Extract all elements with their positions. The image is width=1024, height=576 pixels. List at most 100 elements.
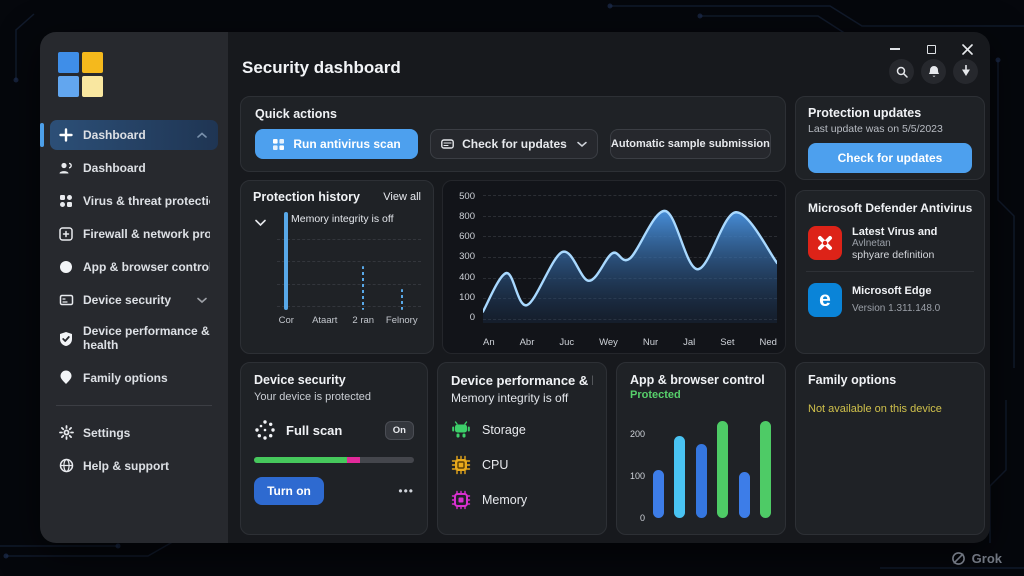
grok-watermark: Grok — [951, 551, 1002, 566]
sidebar-item-dashboard[interactable]: Dashboard — [50, 153, 218, 183]
maximize-icon — [927, 45, 936, 54]
sidebar-item-app-browser-control[interactable]: App & browser control — [50, 252, 218, 282]
circle-icon — [58, 259, 74, 275]
logo-square-blue-2 — [58, 76, 79, 97]
definition-line1: Latest Virus and — [852, 226, 937, 238]
quick-actions-title: Quick actions — [255, 107, 771, 121]
app-browser-control-card: App & browser control Protected 2001000 — [616, 362, 786, 535]
full-scan-label: Full scan — [286, 423, 342, 438]
protection-updates-card: Protection updates Last update was on 5/… — [795, 96, 985, 180]
edge-row[interactable]: e Microsoft Edge Version 1.311.148.0 — [808, 283, 972, 317]
protected-status: Protected — [630, 389, 772, 401]
history-column[interactable]: Felnory — [383, 212, 422, 324]
defender-card-title: Microsoft Defender Antivirus — [808, 201, 972, 215]
firewall-icon — [58, 226, 74, 242]
scan-shield-icon — [272, 138, 285, 151]
sidebar-item-label: Firewall & network protection — [83, 227, 210, 241]
grok-logo-icon — [951, 551, 966, 566]
device-protected-text: Your device is protected — [254, 391, 414, 403]
perf-item-cpu[interactable]: CPU — [451, 455, 593, 475]
definition-line3: sphyare definition — [852, 249, 937, 261]
perf-item-memory[interactable]: Memory — [451, 490, 593, 510]
check-for-updates-button[interactable]: Check for updates — [808, 143, 972, 173]
history-column[interactable]: 2 ran — [344, 212, 383, 324]
area-chart-plot — [483, 195, 777, 323]
bell-icon — [928, 65, 940, 78]
more-options-button[interactable]: ••• — [398, 484, 414, 498]
updates-icon — [441, 139, 454, 149]
history-marker-dotted — [362, 266, 364, 310]
sidebar-item-device-security[interactable]: Device security — [50, 285, 218, 315]
history-column[interactable]: Ataart — [306, 212, 345, 324]
history-column[interactable]: Cor — [267, 212, 306, 324]
bar-chart-y-axis: 2001000 — [625, 419, 647, 518]
check-for-updates-dropdown[interactable]: Check for updates — [430, 129, 598, 159]
grid-icon — [58, 193, 74, 209]
family-options-card: Family options Not available on this dev… — [795, 362, 985, 535]
y-tick-label: 400 — [459, 272, 475, 283]
x-tick-label: Abr — [520, 337, 535, 348]
desktop-background: Dashboard Dashboard Virus & threat prote… — [0, 0, 1024, 576]
shield-check-icon — [58, 331, 74, 347]
windows-logo — [58, 52, 104, 98]
last-update-text: Last update was on 5/5/2023 — [808, 123, 972, 135]
check-for-updates-button-label: Check for updates — [838, 151, 943, 165]
sidebar-item-firewall-network-protection[interactable]: Firewall & network protection — [50, 219, 218, 249]
scan-dots-icon — [254, 419, 276, 441]
history-marker-dotted — [401, 289, 403, 310]
search-button[interactable] — [889, 59, 914, 84]
sidebar-item-label: Device performance & health — [83, 325, 210, 353]
sidebar-item-label: Settings — [83, 426, 130, 440]
sidebar-item-dashboard-active[interactable]: Dashboard — [50, 120, 218, 150]
cpu-icon — [451, 455, 471, 475]
sidebar: Dashboard Dashboard Virus & threat prote… — [40, 32, 228, 543]
history-x-label: Ataart — [312, 315, 337, 326]
minimize-icon — [890, 48, 900, 50]
sidebar-item-label: App & browser control — [83, 260, 210, 274]
history-x-label: 2 ran — [352, 315, 374, 326]
notifications-button[interactable] — [921, 59, 946, 84]
history-x-label: Felnory — [386, 315, 418, 326]
sidebar-item-label: Device security — [83, 293, 171, 307]
bar-chart: 2001000 — [651, 419, 773, 518]
sidebar-item-family-options[interactable]: Family options — [50, 363, 218, 393]
protection-history-title: Protection history — [253, 190, 360, 204]
x-tick-label: Wey — [599, 337, 618, 348]
bar — [653, 470, 664, 518]
sidebar-item-help-support[interactable]: Help & support — [50, 451, 218, 481]
close-button[interactable] — [956, 40, 978, 58]
bar-y-tick-label: 0 — [640, 513, 645, 523]
perf-item-storage[interactable]: Storage — [451, 420, 593, 440]
close-icon — [962, 44, 973, 55]
main-panel: Security dashboard — [228, 32, 990, 543]
pin-icon — [58, 370, 74, 386]
bar-y-tick-label: 100 — [630, 471, 645, 481]
defender-logo-icon — [808, 226, 842, 260]
x-tick-label: Jal — [683, 337, 695, 348]
maximize-button[interactable] — [920, 40, 942, 58]
turn-on-button[interactable]: Turn on — [254, 477, 324, 505]
quick-actions-card: Quick actions Run antivirus scan Check f… — [240, 96, 786, 172]
minimize-button[interactable] — [884, 40, 906, 58]
memory-label: Memory — [482, 493, 527, 507]
sidebar-item-virus-threat-protection[interactable]: Virus & threat protection — [50, 186, 218, 216]
x-tick-label: Juc — [559, 337, 574, 348]
sidebar-item-label: Virus & threat protection — [83, 194, 210, 208]
storage-icon — [451, 420, 471, 440]
run-antivirus-scan-button[interactable]: Run antivirus scan — [255, 129, 418, 159]
sidebar-item-settings[interactable]: Settings — [50, 418, 218, 448]
card-divider — [806, 271, 974, 272]
scan-on-toggle[interactable]: On — [385, 421, 414, 440]
filter-button[interactable] — [953, 59, 978, 84]
automatic-sample-submission-button[interactable]: Automatic sample submission — [610, 129, 771, 159]
logo-square-yellow-1 — [82, 52, 103, 73]
defender-definition-row[interactable]: Latest Virus and Avlnetan sphyare defini… — [808, 226, 972, 261]
sidebar-item-device-performance-health[interactable]: Device performance & health — [50, 318, 218, 360]
sidebar-item-label: Family options — [83, 371, 168, 385]
x-tick-label: An — [483, 337, 495, 348]
view-all-link[interactable]: View all — [383, 191, 421, 203]
history-x-label: Cor — [279, 315, 294, 326]
filter-icon — [960, 65, 972, 78]
bar-chart-bars — [651, 419, 773, 518]
quick-actions-buttons: Run antivirus scan Check for updates Aut… — [255, 129, 771, 159]
